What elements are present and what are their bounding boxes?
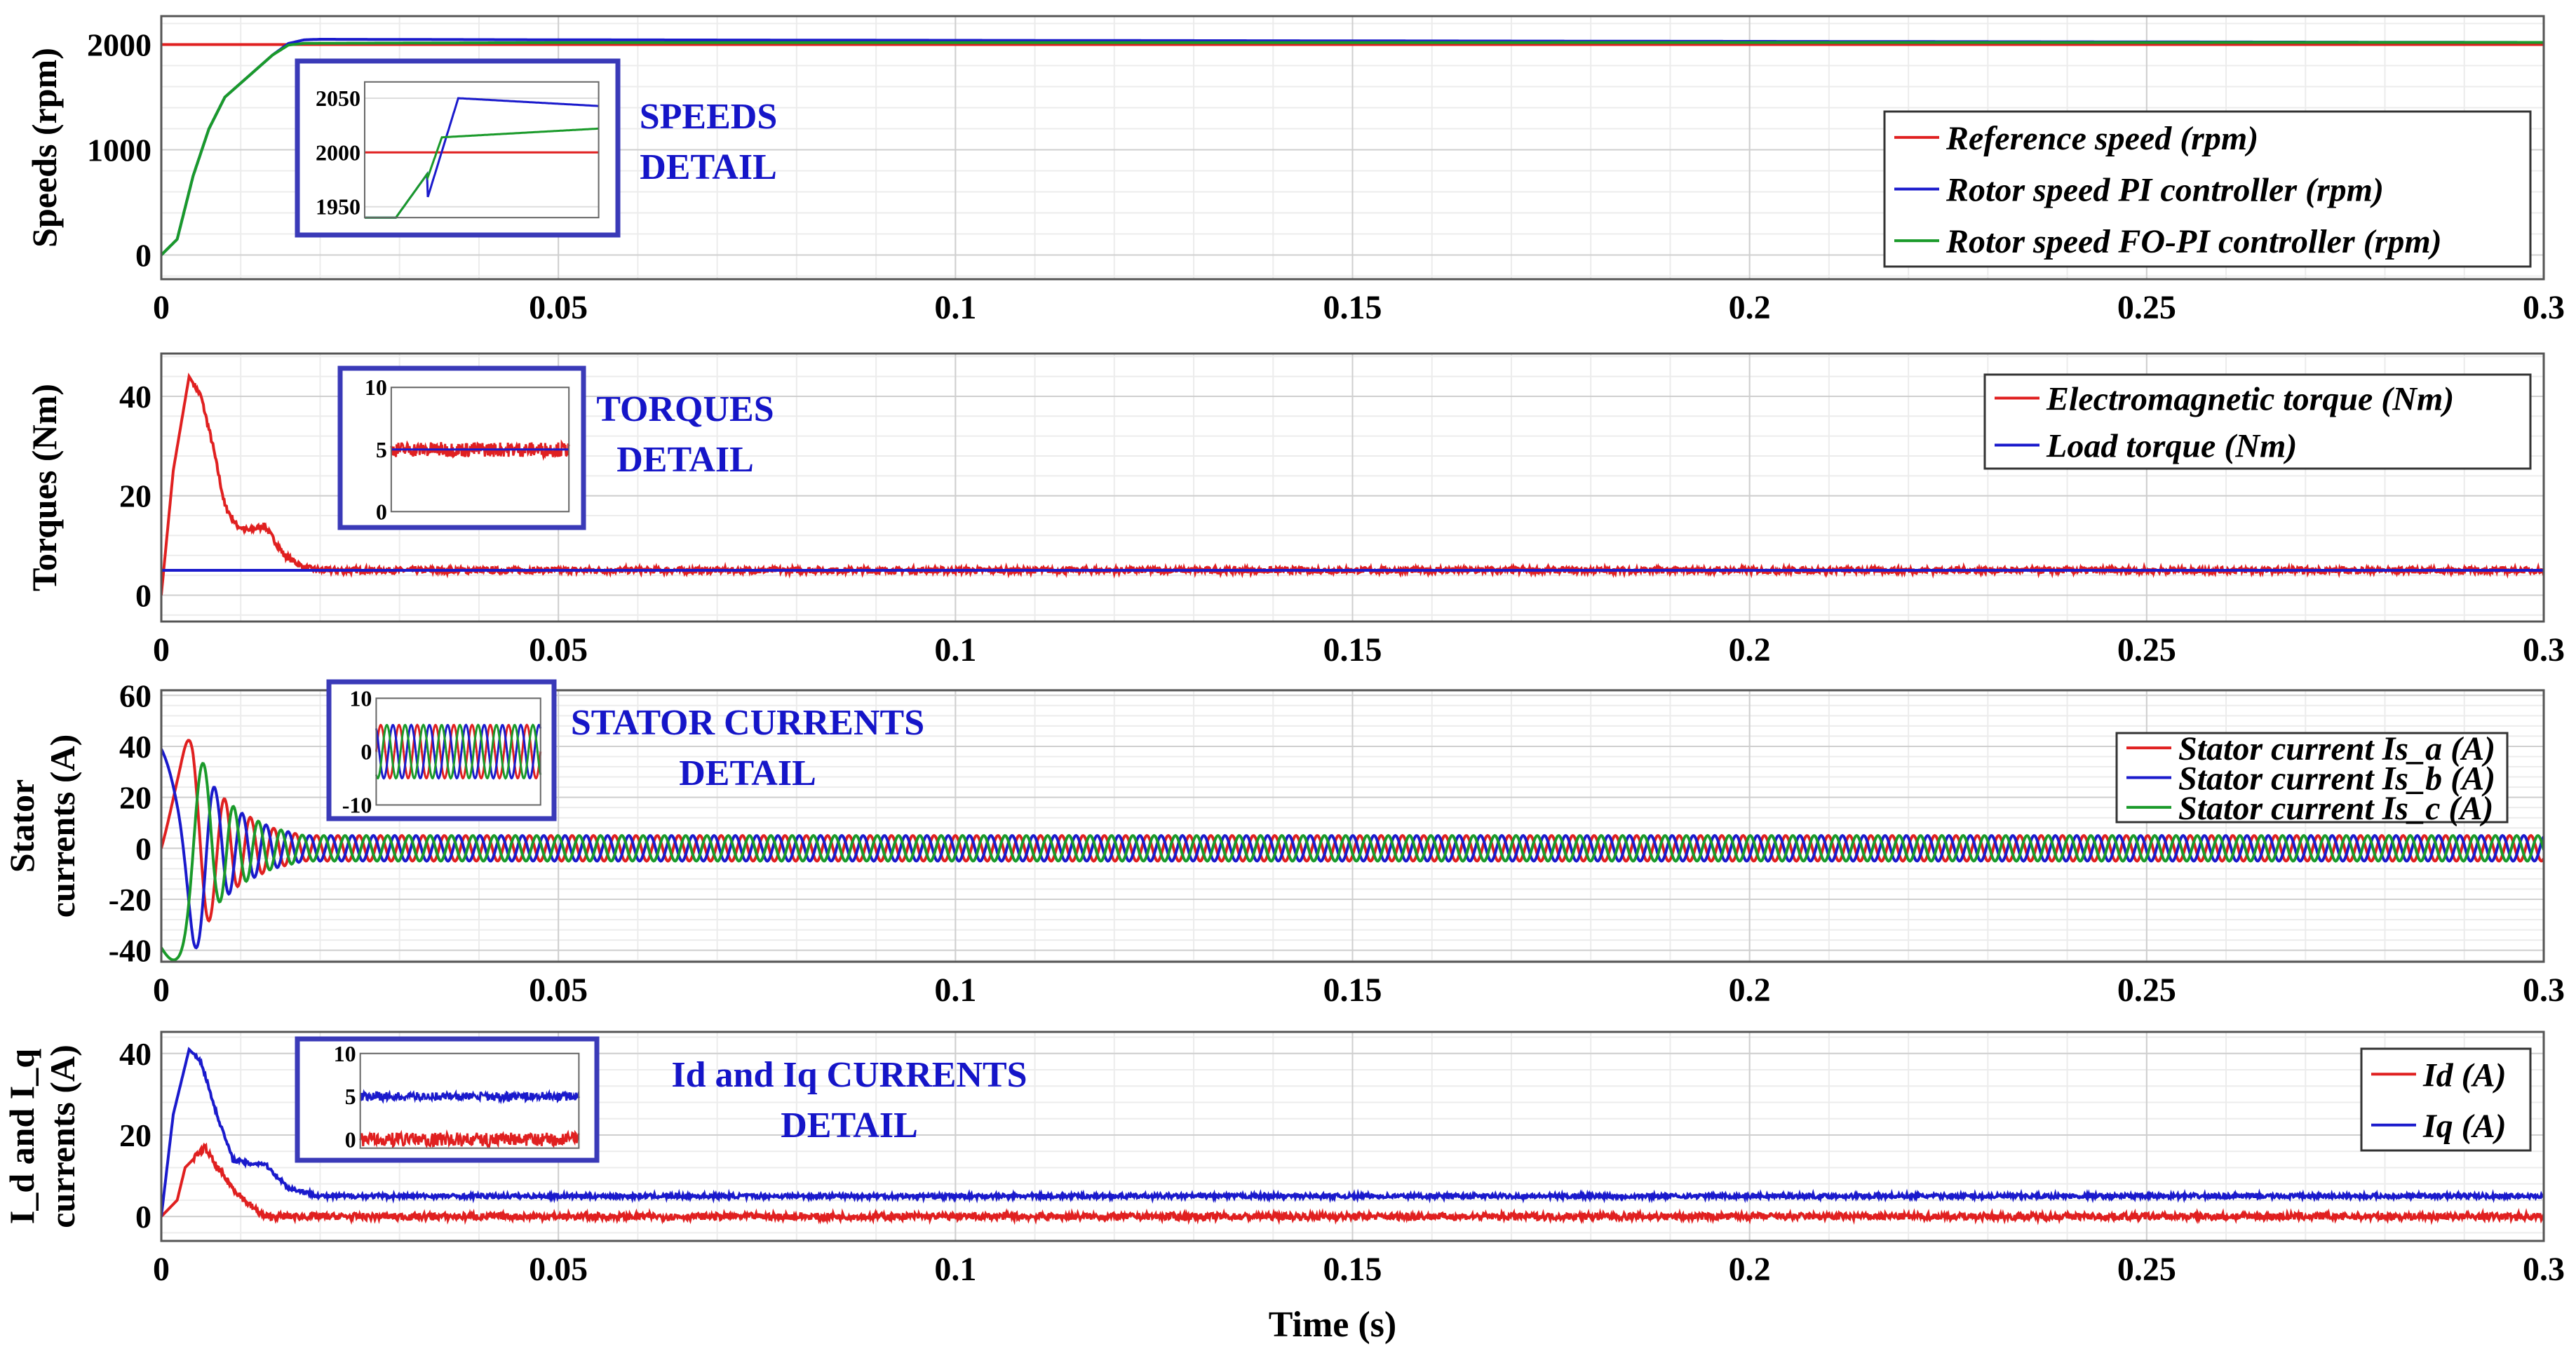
x-tick-label: 0.25 [2117,972,2176,1009]
inset-title: DETAIL [679,753,816,793]
motor-simulation-figure: 0 0.05 0.1 0.15 0.2 0.25 0.3010002000Speeds (r… [0,0,2576,1363]
legend: Stator current Is_a (A)Stator current Is… [2115,730,2509,827]
legend-entry: Rotor speed FO-PI controller (rpm) [1946,223,2442,260]
inset-tick-label: 1950 [316,194,360,220]
inset-tick-label: 2050 [316,86,360,111]
inset-tick-label: 10 [349,685,372,711]
inset-title: DETAIL [640,147,777,187]
inset-tick-label: -10 [342,793,372,818]
x-tick-label: 0 [153,289,170,326]
x-tick-label: 0.2 [1729,1251,1771,1288]
legend: Id (A) Iq (A) [2360,1047,2532,1152]
inset-title: TORQUES [596,389,774,429]
legend-entry: Load torque (Nm) [2046,428,2297,465]
legend-entry: Stator current Is_c (A) [2178,790,2493,827]
x-axis-label: Time (s) [1269,1305,1396,1345]
x-tick-label: 0.25 [2117,631,2176,669]
inset-tick-label: 0 [345,1127,356,1152]
x-tick-label: 0.1 [934,972,976,1009]
x-tick-label: 0.05 [529,631,588,669]
y-axis-label: currents (A) [43,1045,82,1228]
x-tick-label: 0.1 [934,631,976,669]
y-tick-label: 40 [119,379,151,415]
x-tick-label: 0.05 [529,289,588,326]
x-tick-label: 0.15 [1323,631,1382,669]
y-axis-label: Torques (Nm) [25,384,64,591]
x-tick-label: 0.2 [1729,289,1771,326]
inset-detail: 0 5 10 [295,1036,600,1163]
x-tick-label: 0 [153,631,170,669]
y-tick-label: -20 [109,882,151,918]
y-tick-label: 40 [119,1036,151,1072]
legend-entry: Electromagnetic torque (Nm) [2046,381,2454,418]
inset-tick-label: 10 [365,375,387,400]
y-axis-label: currents (A) [43,734,82,918]
inset-tick-label: 2000 [316,140,360,165]
x-tick-label: 0.2 [1729,631,1771,669]
legend-entry: Rotor speed PI controller (rpm) [1946,172,2384,209]
y-tick-label: 1000 [87,133,151,168]
legend-entry: Id (A) [2422,1056,2507,1094]
inset-tick-label: 5 [345,1084,356,1109]
x-tick-label: 0.05 [529,972,588,1009]
y-tick-label: 0 [135,238,151,274]
x-tick-label: 0.25 [2117,289,2176,326]
inset-tick-label: 0 [360,739,372,764]
y-tick-label: 20 [119,780,151,816]
y-tick-label: 0 [135,831,151,866]
legend: Electromagnetic torque (Nm) Load torque (… [1983,373,2532,470]
x-tick-label: 0.15 [1323,289,1382,326]
y-tick-label: -40 [109,933,151,969]
inset-tick-label: 0 [376,499,387,524]
y-tick-label: 40 [119,729,151,765]
x-tick-label: 0.3 [2523,972,2565,1009]
inset-title: SPEEDS [640,97,778,137]
x-tick-label: 0.05 [529,1251,588,1288]
y-tick-label: 60 [119,678,151,713]
x-tick-label: 0.1 [934,1251,976,1288]
inset-title: STATOR CURRENTS [571,703,924,743]
inset-title: Id and Iq CURRENTS [671,1055,1027,1095]
x-tick-label: 0.15 [1323,1251,1382,1288]
inset-title: DETAIL [781,1106,918,1146]
y-tick-label: 2000 [87,27,151,63]
inset-detail: -10 0 10 [326,679,557,821]
x-tick-label: 0.25 [2117,1251,2176,1288]
x-tick-label: 0 [153,972,170,1009]
y-tick-label: 20 [119,1117,151,1153]
inset-detail: 0 5 10 [337,365,586,530]
y-axis-label: I_d and I_q [2,1049,41,1224]
legend-entry: Iq (A) [2422,1108,2507,1145]
x-tick-label: 0.1 [934,289,976,326]
legend-entry: Reference speed (rpm) [1946,120,2258,157]
inset-tick-label: 5 [376,437,387,462]
y-tick-label: 0 [135,577,151,613]
inset-title: DETAIL [616,440,754,480]
x-tick-label: 0.3 [2523,631,2565,669]
inset-detail: 1950 2000 2050 [295,58,621,238]
x-tick-label: 0.15 [1323,972,1382,1009]
y-tick-label: 0 [135,1199,151,1235]
inset-tick-label: 10 [334,1041,356,1066]
y-axis-label: Speeds (rpm) [25,48,64,248]
x-tick-label: 0.3 [2523,289,2565,326]
legend: Reference speed (rpm) Rotor speed PI cont… [1883,110,2532,268]
y-axis-label: Stator [2,779,41,873]
y-tick-label: 20 [119,478,151,514]
x-tick-label: 0.2 [1729,972,1771,1009]
x-tick-label: 0 [153,1251,170,1288]
x-tick-label: 0.3 [2523,1251,2565,1288]
